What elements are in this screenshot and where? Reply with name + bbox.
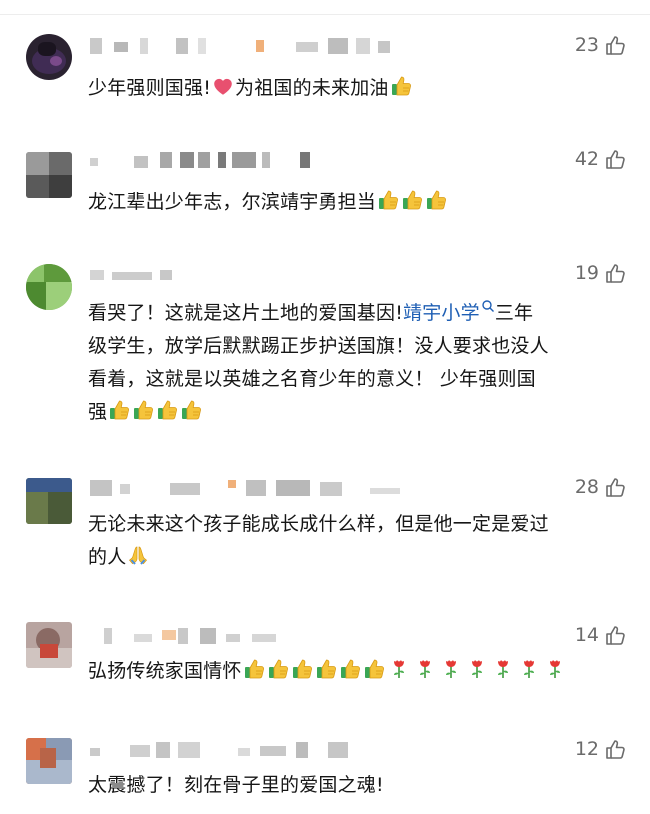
thumbs-up-emoji-icon — [181, 400, 202, 420]
like-button[interactable]: 28 — [575, 476, 626, 498]
like-count: 42 — [574, 148, 599, 170]
thumbs-up-emoji-icon — [268, 659, 288, 679]
like-count: 19 — [574, 262, 599, 284]
comment-text-part: 的人 — [88, 546, 127, 568]
comment-text-part: 弘扬传统家国情怀 — [88, 660, 242, 682]
rose-icon — [496, 659, 509, 679]
topic-link-label: 靖宇小学 — [403, 302, 480, 324]
rose-icon — [522, 659, 535, 679]
thumbs-up-emoji-icon — [316, 659, 336, 679]
thumbs-up-emoji-icon — [292, 659, 312, 679]
like-button[interactable]: 12 — [575, 738, 626, 760]
thumbs-up-emoji-icon — [364, 659, 384, 679]
rose-icon — [392, 659, 405, 679]
like-button[interactable]: 23 — [575, 34, 626, 56]
thumbs-up-outline-icon — [606, 740, 625, 759]
username-blurred[interactable] — [90, 266, 430, 284]
thumbs-up-outline-icon — [606, 626, 625, 645]
username-blurred[interactable] — [90, 38, 430, 56]
like-count: 23 — [574, 34, 599, 56]
comment-line: 看着，这就是以英雄之名育少年的意义！ 少年强则国 — [88, 368, 536, 390]
thumbs-up-emoji-icon — [402, 190, 422, 210]
comment-text-part: 为祖国的未来加油 — [235, 77, 389, 99]
like-button[interactable]: 14 — [575, 624, 626, 646]
comment-item: 12 太震撼了！刻在骨子里的爱国之魂! — [0, 734, 650, 814]
comment-text-part: 龙江辈出少年志，尔滨靖宇勇担当 — [88, 191, 377, 213]
top-divider — [0, 14, 650, 15]
rose-icon — [470, 659, 483, 679]
username-blurred[interactable] — [90, 628, 430, 646]
thumbs-up-outline-icon — [606, 150, 625, 169]
thumbs-up-emoji-icon — [133, 400, 154, 420]
avatar[interactable] — [26, 738, 72, 784]
username-blurred[interactable] — [90, 152, 430, 170]
search-icon — [482, 300, 494, 312]
comment-item: 28 无论未来这个孩子能成长成什么样，但是他一定是爱过 的人 — [0, 472, 650, 582]
thumbs-up-outline-icon — [606, 478, 625, 497]
comment-item: 42 龙江辈出少年志，尔滨靖宇勇担当 — [0, 144, 650, 224]
avatar[interactable] — [26, 622, 72, 668]
avatar[interactable] — [26, 152, 72, 198]
folded-hands-icon — [128, 546, 148, 565]
comment-line: 级学生，放学后默默踢正步护送国旗！没人要求也没人 — [88, 335, 549, 357]
username-blurred[interactable] — [90, 480, 430, 498]
like-button[interactable]: 42 — [575, 148, 626, 170]
topic-link[interactable]: 靖宇小学 — [403, 300, 495, 324]
comment-text: 弘扬传统家国情怀 — [88, 655, 628, 688]
comment-line: 的人 — [88, 541, 628, 574]
thumbs-up-outline-icon — [606, 36, 625, 55]
rose-icon — [548, 659, 561, 679]
avatar[interactable] — [26, 34, 72, 80]
comment-text-part: 少年强则国强! — [88, 77, 212, 99]
comment-text-part: 看哭了！这就是这片土地的爱国基因! — [88, 302, 404, 324]
thumbs-up-emoji-icon — [109, 400, 130, 420]
username-blurred[interactable] — [90, 742, 430, 760]
comment-line: 强 — [88, 396, 628, 429]
like-count: 14 — [574, 624, 599, 646]
thumbs-up-emoji-icon — [340, 659, 360, 679]
comment-text-part: 三年 — [494, 302, 534, 324]
avatar[interactable] — [26, 478, 72, 524]
like-button[interactable]: 19 — [575, 262, 626, 284]
comment-item: 19 看哭了！这就是这片土地的爱国基因!靖宇小学 三年 级学生，放学后默默踢正步护… — [0, 258, 650, 438]
comment-item: 14 弘扬传统家国情怀 — [0, 620, 650, 700]
thumbs-up-emoji-icon — [244, 659, 264, 679]
thumbs-up-outline-icon — [606, 264, 625, 283]
comment-text: 龙江辈出少年志，尔滨靖宇勇担当 — [88, 186, 628, 219]
avatar[interactable] — [26, 264, 72, 310]
thumbs-up-emoji-icon — [378, 190, 398, 210]
comment-text: 无论未来这个孩子能成长成什么样，但是他一定是爱过 的人 — [88, 508, 628, 574]
comment-item: 23 少年强则国强! 为祖国的未来加油 — [0, 30, 650, 110]
thumbs-up-emoji-icon — [157, 400, 178, 420]
heart-icon — [214, 78, 232, 95]
comment-line: 无论未来这个孩子能成长成什么样，但是他一定是爱过 — [88, 513, 549, 535]
comment-text: 看哭了！这就是这片土地的爱国基因!靖宇小学 三年 级学生，放学后默默踢正步护送国旗… — [88, 297, 628, 429]
comment-text-part: 强 — [88, 401, 108, 423]
comment-text: 太震撼了！刻在骨子里的爱国之魂! — [88, 769, 628, 802]
like-count: 28 — [574, 476, 599, 498]
rose-icon — [444, 659, 457, 679]
rose-icon — [418, 659, 431, 679]
like-count: 12 — [574, 738, 599, 760]
comment-line: 看哭了！这就是这片土地的爱国基因!靖宇小学 三年 — [88, 297, 628, 330]
comment-text-part: 太震撼了！刻在骨子里的爱国之魂! — [88, 774, 384, 796]
thumbs-up-emoji-icon — [391, 76, 411, 96]
thumbs-up-emoji-icon — [426, 190, 446, 210]
comment-text: 少年强则国强! 为祖国的未来加油 — [88, 72, 628, 105]
